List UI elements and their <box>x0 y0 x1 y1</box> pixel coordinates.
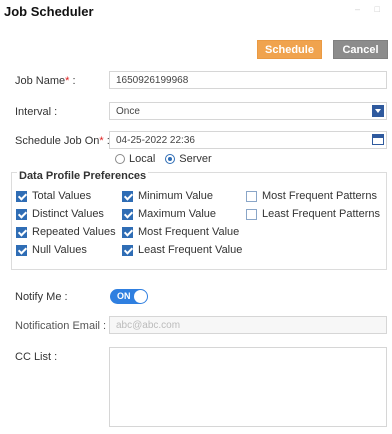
checkbox-maximum-value[interactable]: Maximum Value <box>122 208 216 220</box>
notify-toggle[interactable]: ON <box>110 289 148 304</box>
interval-label: Interval : <box>15 106 58 118</box>
job-name-label: Job Name* : <box>15 75 76 87</box>
checkbox-label: Most Frequent Value <box>138 226 240 238</box>
checkbox-checked-icon[interactable] <box>16 190 27 202</box>
checkbox-most-frequent-value[interactable]: Most Frequent Value <box>122 226 239 238</box>
checkbox-most-frequent-patterns[interactable]: Most Frequent Patterns <box>246 190 377 202</box>
radio-server-label[interactable]: Server <box>179 153 211 165</box>
timezone-radio-group: Local Server <box>115 153 212 165</box>
job-name-label-text: Job Name <box>15 75 66 87</box>
checkbox-label: Null Values <box>32 244 87 256</box>
checkbox-minimum-value[interactable]: Minimum Value <box>122 190 213 202</box>
schedule-datetime-input[interactable]: 04-25-2022 22:36 <box>109 131 387 149</box>
checkbox-label: Maximum Value <box>138 208 217 220</box>
job-name-input[interactable]: 1650926199968 <box>109 71 387 89</box>
checkbox-distinct-values[interactable]: Distinct Values <box>16 208 104 220</box>
radio-local[interactable] <box>115 154 125 164</box>
checkbox-least-frequent-value[interactable]: Least Frequent Value <box>122 244 242 256</box>
job-name-value: 1650926199968 <box>116 74 189 86</box>
checkbox-label: Least Frequent Value <box>138 244 243 256</box>
email-placeholder: abc@abc.com <box>116 319 181 331</box>
schedule-button[interactable]: Schedule <box>257 40 322 59</box>
checkbox-label: Total Values <box>32 190 92 202</box>
checkbox-checked-icon[interactable] <box>122 226 133 238</box>
interval-select[interactable]: Once <box>109 102 387 120</box>
checkbox-unchecked-icon[interactable] <box>246 190 257 202</box>
dialog-title: Job Scheduler <box>4 4 94 19</box>
checkbox-label: Most Frequent Patterns <box>262 190 377 202</box>
notify-me-label: Notify Me : <box>15 291 68 303</box>
calendar-icon[interactable] <box>372 134 384 145</box>
preferences-legend: Data Profile Preferences <box>17 170 149 182</box>
radio-server[interactable] <box>165 154 176 164</box>
checkbox-label: Minimum Value <box>138 190 213 202</box>
checkbox-least-frequent-patterns[interactable]: Least Frequent Patterns <box>246 208 380 220</box>
schedule-on-label: Schedule Job On* : <box>15 135 110 147</box>
checkbox-checked-icon[interactable] <box>16 226 27 238</box>
cc-list-textarea[interactable] <box>109 347 387 427</box>
schedule-on-label-text: Schedule Job On <box>15 135 100 147</box>
checkbox-unchecked-icon[interactable] <box>246 208 257 220</box>
notification-email-input[interactable]: abc@abc.com <box>109 316 387 334</box>
chevron-down-icon[interactable] <box>372 105 384 117</box>
job-scheduler-dialog: Job Scheduler – □ Schedule Cancel Job Na… <box>0 0 392 434</box>
checkbox-checked-icon[interactable] <box>122 244 133 256</box>
toggle-knob[interactable] <box>134 290 147 303</box>
cc-list-label: CC List : <box>15 351 58 363</box>
toggle-state-text: ON <box>117 291 131 301</box>
schedule-datetime-value: 04-25-2022 22:36 <box>116 134 195 146</box>
checkbox-null-values[interactable]: Null Values <box>16 244 87 256</box>
checkbox-label: Repeated Values <box>32 226 116 238</box>
checkbox-checked-icon[interactable] <box>16 208 27 220</box>
cancel-button[interactable]: Cancel <box>333 40 388 59</box>
window-controls[interactable]: – □ <box>355 4 386 14</box>
interval-value: Once <box>116 105 140 117</box>
radio-local-label[interactable]: Local <box>129 153 155 165</box>
checkbox-checked-icon[interactable] <box>122 190 133 202</box>
checkbox-total-values[interactable]: Total Values <box>16 190 91 202</box>
checkbox-checked-icon[interactable] <box>122 208 133 220</box>
checkbox-checked-icon[interactable] <box>16 244 27 256</box>
checkbox-repeated-values[interactable]: Repeated Values <box>16 226 116 238</box>
label-colon: : <box>69 75 76 87</box>
notification-email-label: Notification Email : <box>15 320 107 332</box>
checkbox-label: Distinct Values <box>32 208 104 220</box>
checkbox-label: Least Frequent Patterns <box>262 208 381 220</box>
